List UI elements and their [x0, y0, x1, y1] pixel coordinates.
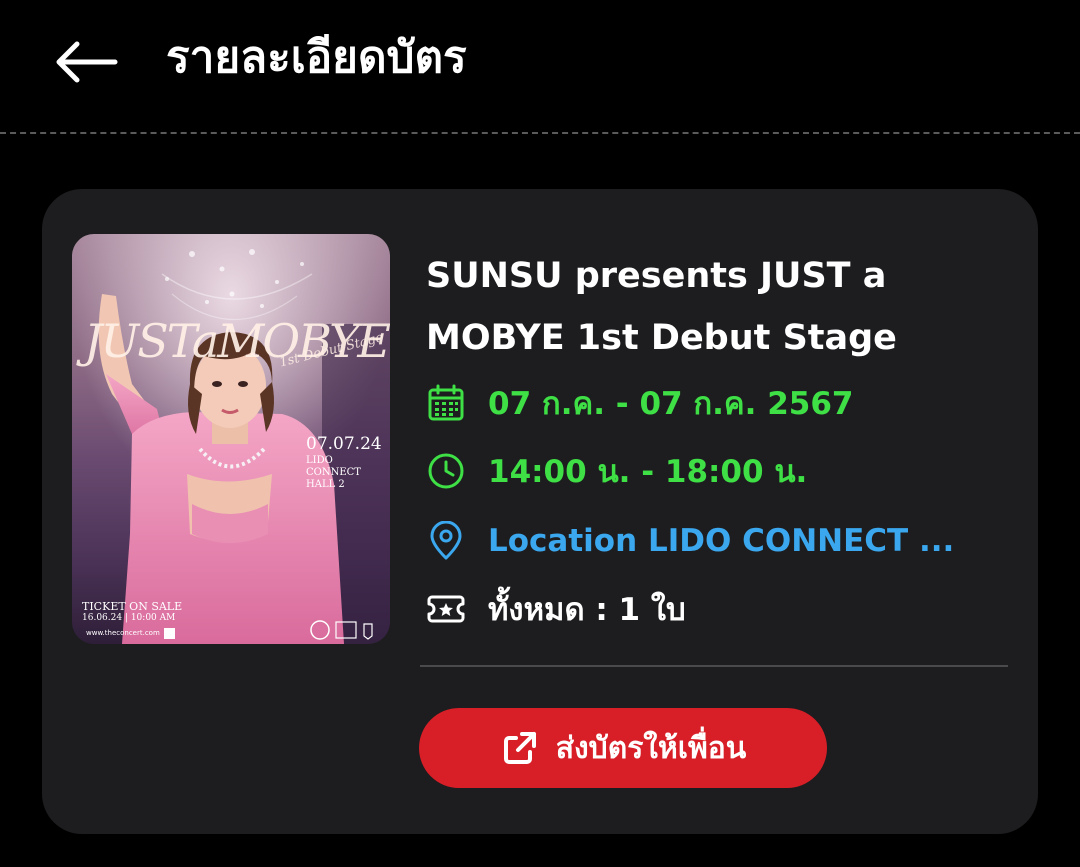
ticket-icon — [426, 589, 466, 629]
share-button-label: ส่งบัตรให้เพื่อน — [555, 730, 747, 766]
time-row: 14:00 น. - 18:00 น. — [426, 449, 807, 493]
header-divider — [0, 132, 1080, 134]
app-header: รายละเอียดบัตร — [0, 0, 1080, 120]
poster-sale-label: TICKET ON SALE — [82, 600, 183, 613]
date-range: 07 ก.ค. - 07 ก.ค. 2567 — [488, 386, 854, 422]
poster-sale-date: 16.06.24 | 10:00 AM — [82, 613, 176, 623]
clock-icon — [426, 451, 466, 491]
poster-venue: LIDO CONNECT HALL 2 — [306, 455, 361, 490]
back-button[interactable] — [44, 30, 124, 94]
date-row: 07 ก.ค. - 07 ก.ค. 2567 — [426, 381, 854, 425]
time-range: 14:00 น. - 18:00 น. — [488, 454, 808, 490]
ticket-card: JUSTaMOBYE 1st Debut Stage 07.07.24 LIDO… — [42, 189, 1038, 834]
poster-url: www.theconcert.com — [86, 629, 160, 637]
event-title: SUNSU presents JUST a MOBYE 1st Debut St… — [426, 256, 897, 358]
location-link[interactable]: Location LIDO CONNECT ... — [488, 523, 954, 559]
share-ticket-button[interactable]: ส่งบัตรให้เพื่อน — [419, 708, 827, 788]
arrow-left-icon — [56, 41, 118, 83]
location-row[interactable]: Location LIDO CONNECT ... — [426, 519, 954, 563]
map-pin-icon — [426, 521, 466, 561]
ticket-count-row: ทั้งหมด : 1 ใบ — [426, 587, 686, 631]
ticket-count: ทั้งหมด : 1 ใบ — [488, 592, 686, 628]
card-divider — [420, 665, 1008, 667]
external-link-icon — [503, 732, 536, 764]
page-title: รายละเอียดบัตร — [166, 32, 467, 83]
poster-date: 07.07.24 — [306, 434, 382, 454]
event-poster[interactable]: JUSTaMOBYE 1st Debut Stage 07.07.24 LIDO… — [72, 234, 390, 644]
calendar-icon — [426, 383, 466, 423]
